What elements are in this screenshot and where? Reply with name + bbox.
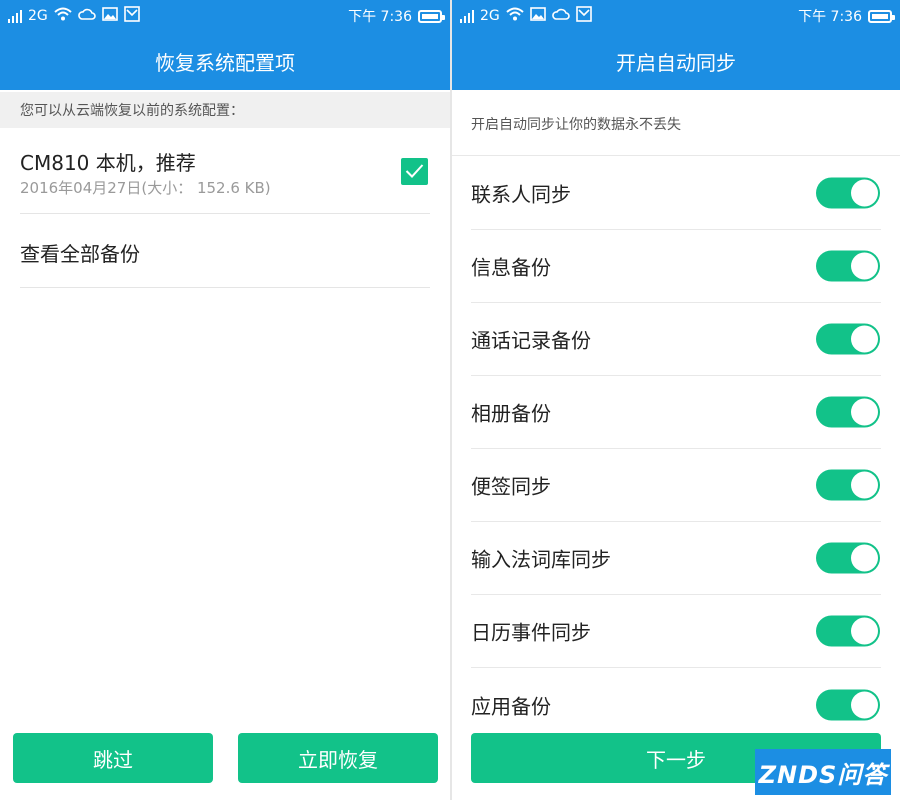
backup-item-name: CM810 本机，推荐: [20, 151, 196, 175]
network-type: 2G: [480, 8, 500, 24]
signal-icon: [8, 9, 22, 23]
view-all-backups-label: 查看全部备份: [20, 242, 140, 266]
backup-checkbox[interactable]: [401, 158, 428, 185]
sync-toggle[interactable]: [816, 689, 880, 720]
sync-toggle[interactable]: [816, 396, 880, 428]
watermark-logo: ZNDS问答: [755, 749, 891, 795]
image-icon: [529, 7, 546, 25]
sync-item-messages[interactable]: 信息备份: [471, 230, 881, 303]
sync-item-call-log[interactable]: 通话记录备份: [471, 303, 881, 376]
checkmark-icon: [405, 164, 424, 178]
signal-icon: [460, 9, 474, 23]
clock: 下午 7:36: [348, 9, 412, 25]
sync-toggle[interactable]: [816, 323, 880, 355]
view-all-backups-item[interactable]: 查看全部备份: [20, 214, 430, 288]
clock: 下午 7:36: [798, 9, 862, 25]
sync-item-label: 信息备份: [471, 255, 551, 280]
network-type: 2G: [28, 8, 48, 24]
sync-item-label: 便签同步: [471, 474, 551, 499]
auto-sync-screen: 2G 下午 7:36 开启自动同步 开启自动同步让你的数据永不丢失 联系人同步 …: [452, 0, 900, 800]
sync-toggle[interactable]: [816, 469, 880, 501]
sync-item-label: 日历事件同步: [471, 620, 591, 645]
sync-toggle[interactable]: [816, 615, 880, 647]
backup-item-detail: 2016年04月27日(大小： 152.6 KB): [20, 179, 271, 197]
image-icon: [101, 7, 118, 25]
sync-item-label: 输入法词库同步: [471, 547, 611, 572]
sync-item-ime-dictionary[interactable]: 输入法词库同步: [471, 522, 881, 595]
cloud-icon: [551, 7, 570, 25]
sync-item-album[interactable]: 相册备份: [471, 376, 881, 449]
sync-item-notes[interactable]: 便签同步: [471, 449, 881, 522]
mail-icon: [575, 6, 592, 26]
sync-item-contacts[interactable]: 联系人同步: [471, 157, 881, 230]
page-title: 开启自动同步: [452, 32, 900, 90]
status-bar: 2G 下午 7:36: [0, 0, 450, 32]
sync-hint: 开启自动同步让你的数据永不丢失: [452, 92, 900, 156]
sync-item-calendar[interactable]: 日历事件同步: [471, 595, 881, 668]
wifi-icon: [54, 7, 72, 25]
page-title: 恢复系统配置项: [0, 32, 450, 90]
restore-now-button[interactable]: 立即恢复: [238, 733, 438, 783]
sync-toggle[interactable]: [816, 542, 880, 574]
restore-hint: 您可以从云端恢复以前的系统配置：: [0, 92, 450, 128]
sync-item-label: 联系人同步: [471, 182, 571, 207]
battery-icon: [868, 9, 895, 23]
status-bar: 2G 下午 7:36: [452, 0, 900, 32]
sync-item-label: 通话记录备份: [471, 328, 591, 353]
sync-item-apps[interactable]: 应用备份: [471, 668, 881, 741]
sync-toggle[interactable]: [816, 177, 880, 209]
restore-config-screen: 2G 下午 7:36 恢复系统配置项 您可以从云端恢复以前的系统配置： CM81…: [0, 0, 450, 800]
wifi-icon: [506, 7, 524, 25]
mail-icon: [123, 6, 140, 26]
battery-icon: [418, 9, 445, 23]
backup-item[interactable]: CM810 本机，推荐 2016年04月27日(大小： 152.6 KB): [20, 129, 430, 214]
sync-item-label: 应用备份: [471, 694, 551, 718]
skip-button[interactable]: 跳过: [13, 733, 213, 783]
screenshot-stage: 2G 下午 7:36 恢复系统配置项 您可以从云端恢复以前的系统配置： CM81…: [0, 0, 900, 800]
sync-item-label: 相册备份: [471, 401, 551, 426]
sync-toggle[interactable]: [816, 250, 880, 282]
cloud-icon: [77, 7, 96, 25]
